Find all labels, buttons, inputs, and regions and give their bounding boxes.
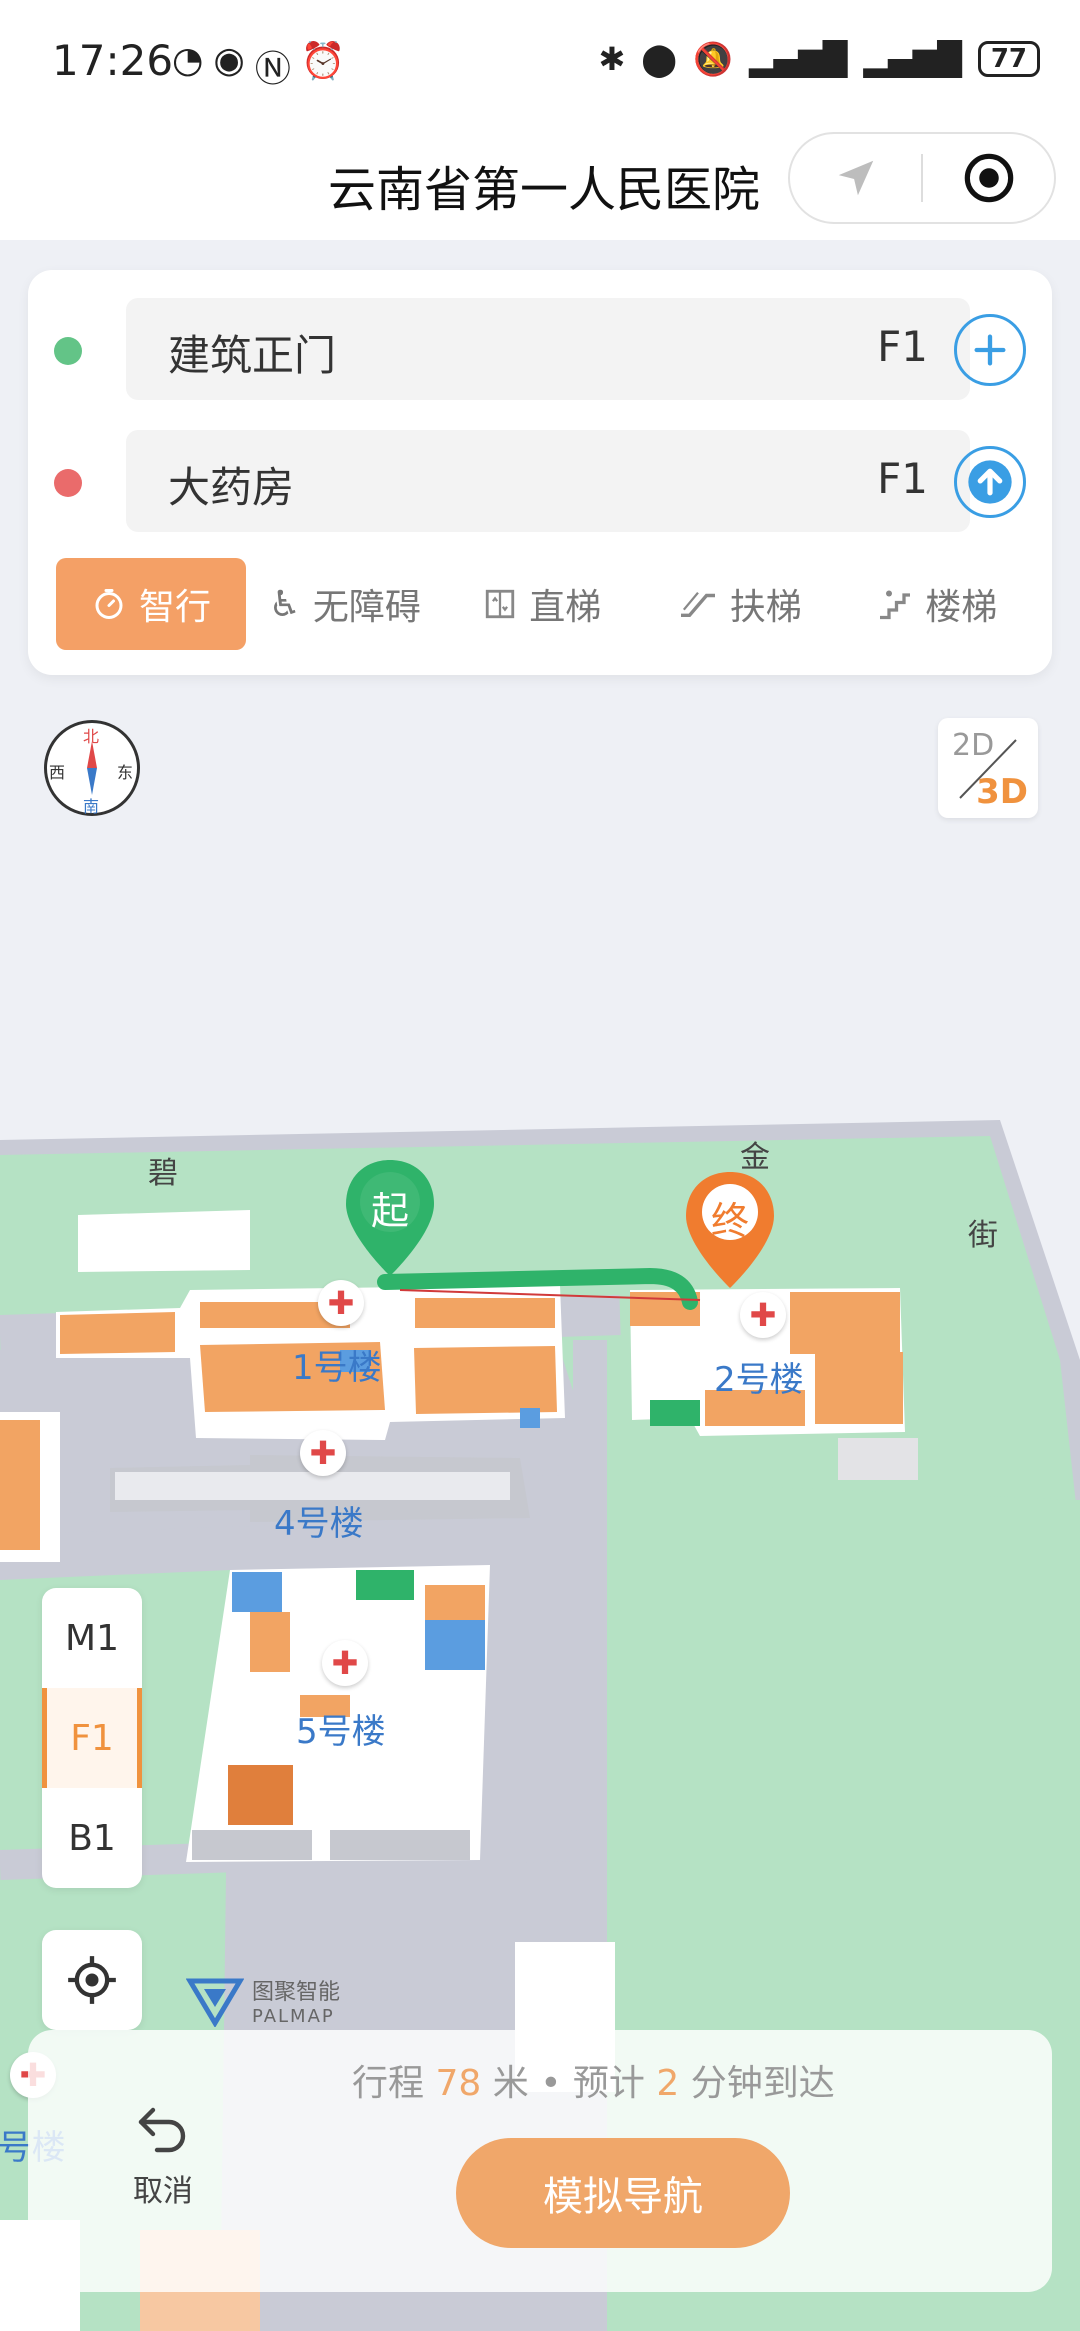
building-label: 2号楼	[714, 1360, 804, 1400]
compass-west: 西	[49, 763, 66, 782]
label-3d: 3D	[976, 772, 1028, 812]
cancel-button[interactable]: 取消	[108, 2102, 218, 2210]
hospital-pin[interactable]: ✚	[300, 1430, 346, 1476]
alarm-icon: ⏰	[300, 41, 346, 82]
bluetooth-icon: ✱	[598, 40, 626, 78]
crosshair-icon	[68, 1956, 116, 2004]
escalator-icon	[680, 591, 715, 618]
cancel-label: 取消	[133, 2174, 193, 2209]
tab-accessible-label: 无障碍	[312, 587, 421, 628]
building-label: 5号楼	[296, 1712, 386, 1752]
building-label: 4号楼	[274, 1504, 364, 1544]
eta-minutes: 2	[656, 2063, 680, 2104]
start-point-floor: F1	[877, 322, 928, 371]
end-point-floor: F1	[877, 454, 928, 503]
location-icon: ⬤	[641, 40, 678, 78]
building-label: 1号楼	[292, 1348, 382, 1388]
status-icons-left: ◔ ◉ Ⓝ ⏰	[172, 40, 346, 92]
tab-stairs[interactable]: 楼梯	[839, 558, 1037, 650]
arrow-up-icon	[968, 460, 1012, 504]
mini-program-capsule	[788, 132, 1056, 224]
trip-distance-unit: 米	[492, 2063, 529, 2104]
floor-b1[interactable]: B1	[42, 1788, 142, 1888]
speed-icon: ◔	[172, 40, 204, 81]
tab-escalator-label: 扶梯	[729, 587, 802, 628]
compass[interactable]: 北 南 东 西	[44, 720, 140, 816]
view-toggle-button[interactable]: 2D 3D	[938, 718, 1038, 818]
tab-accessible[interactable]: ♿ 无障碍	[246, 558, 444, 650]
stopwatch-icon	[95, 589, 123, 619]
end-marker[interactable]: 终	[682, 1170, 778, 1292]
locate-button[interactable]	[42, 1930, 142, 2030]
brand-name-en: PALMAP	[252, 2006, 335, 2027]
undo-icon	[138, 2107, 186, 2153]
end-point-name: 大药房	[168, 463, 295, 512]
simulate-navigation-button[interactable]: 模拟导航	[456, 2138, 790, 2248]
nfc-icon: Ⓝ	[254, 49, 291, 90]
eta-suffix: 分钟到达	[690, 2063, 835, 2104]
brand-name-cn: 图聚智能	[252, 1980, 341, 2005]
swap-route-button[interactable]	[954, 446, 1026, 518]
mute-icon: 🔕	[693, 40, 733, 78]
tab-elevator[interactable]: 直梯	[444, 558, 642, 650]
travel-mode-tabs: 智行 ♿ 无障碍 直梯 扶梯 楼梯	[56, 558, 1036, 650]
signal-2-icon: ▂▄▆█	[863, 40, 962, 78]
end-dot	[54, 469, 82, 497]
share-location-button[interactable]	[790, 155, 921, 201]
tab-elevator-label: 直梯	[529, 587, 602, 628]
close-miniprogram-button[interactable]	[923, 152, 1054, 204]
target-icon	[964, 153, 1013, 203]
palmap-logo-icon	[186, 1978, 244, 2027]
add-waypoint-button[interactable]	[954, 314, 1026, 386]
tab-smart-label: 智行	[138, 587, 211, 628]
tab-stairs-label: 楼梯	[925, 587, 998, 628]
end-point-row: 大药房 F1	[28, 430, 1052, 532]
end-marker-label: 终	[710, 1199, 749, 1243]
trip-info: 行程 78 米 • 预计 2 分钟到达	[352, 2054, 835, 2106]
status-bar: 17:26 ◔ ◉ Ⓝ ⏰ ✱ ⬤ 🔕 ▂▄▆█ ▂▄▆█ 77	[0, 0, 1080, 120]
compass-south: 南	[83, 797, 100, 816]
signal-icon: ▂▄▆█	[748, 40, 848, 78]
floor-m1[interactable]: M1	[42, 1588, 142, 1688]
floor-selector: M1 F1 B1	[42, 1588, 142, 1888]
hospital-pin[interactable]: ✚	[740, 1292, 786, 1338]
status-time: 17:26	[52, 36, 174, 85]
elevator-icon	[486, 589, 515, 619]
start-marker-label: 起	[370, 1189, 409, 1233]
start-point-field[interactable]: 建筑正门 F1	[126, 298, 970, 400]
end-point-field[interactable]: 大药房 F1	[126, 430, 970, 532]
title-bar: 云南省第一人民医院	[0, 120, 1080, 240]
start-marker[interactable]: 起	[342, 1158, 438, 1280]
tab-smart[interactable]: 智行	[56, 558, 246, 650]
navigation-summary-panel: 行程 78 米 • 预计 2 分钟到达 取消 模拟导航	[28, 2030, 1052, 2292]
trip-distance: 78	[435, 2063, 482, 2104]
navigation-arrow-icon	[838, 160, 873, 196]
eye-icon: ◉	[213, 40, 245, 81]
start-point-row: 建筑正门 F1	[28, 298, 1052, 400]
street-label: 街	[968, 1218, 998, 1253]
brand-logo: 图聚智能 PALMAP	[186, 1974, 340, 2027]
hospital-pin[interactable]: ✚	[322, 1640, 368, 1686]
route-panel: 建筑正门 F1 大药房 F1 智行 ♿ 无障碍 直梯 扶梯 楼梯	[28, 270, 1052, 675]
battery-indicator: 77	[977, 41, 1040, 77]
compass-north: 北	[83, 727, 100, 746]
trip-separator: •	[540, 2063, 562, 2104]
hospital-pin[interactable]: ✚	[318, 1280, 364, 1326]
start-point-name: 建筑正门	[168, 331, 337, 380]
page-title: 云南省第一人民医院	[328, 162, 761, 218]
eta-prefix: 预计	[572, 2063, 645, 2104]
status-icons-right: ✱ ⬤ 🔕 ▂▄▆█ ▂▄▆█ 77	[598, 40, 1040, 78]
wheelchair-icon: ♿	[268, 583, 301, 625]
start-dot	[54, 337, 82, 365]
plus-icon	[974, 334, 1006, 366]
trip-prefix: 行程	[352, 2063, 425, 2104]
street-label: 碧	[148, 1156, 178, 1191]
floor-f1[interactable]: F1	[42, 1688, 142, 1788]
compass-east: 东	[117, 763, 134, 782]
tab-escalator[interactable]: 扶梯	[641, 558, 839, 650]
stairs-icon	[880, 590, 911, 620]
